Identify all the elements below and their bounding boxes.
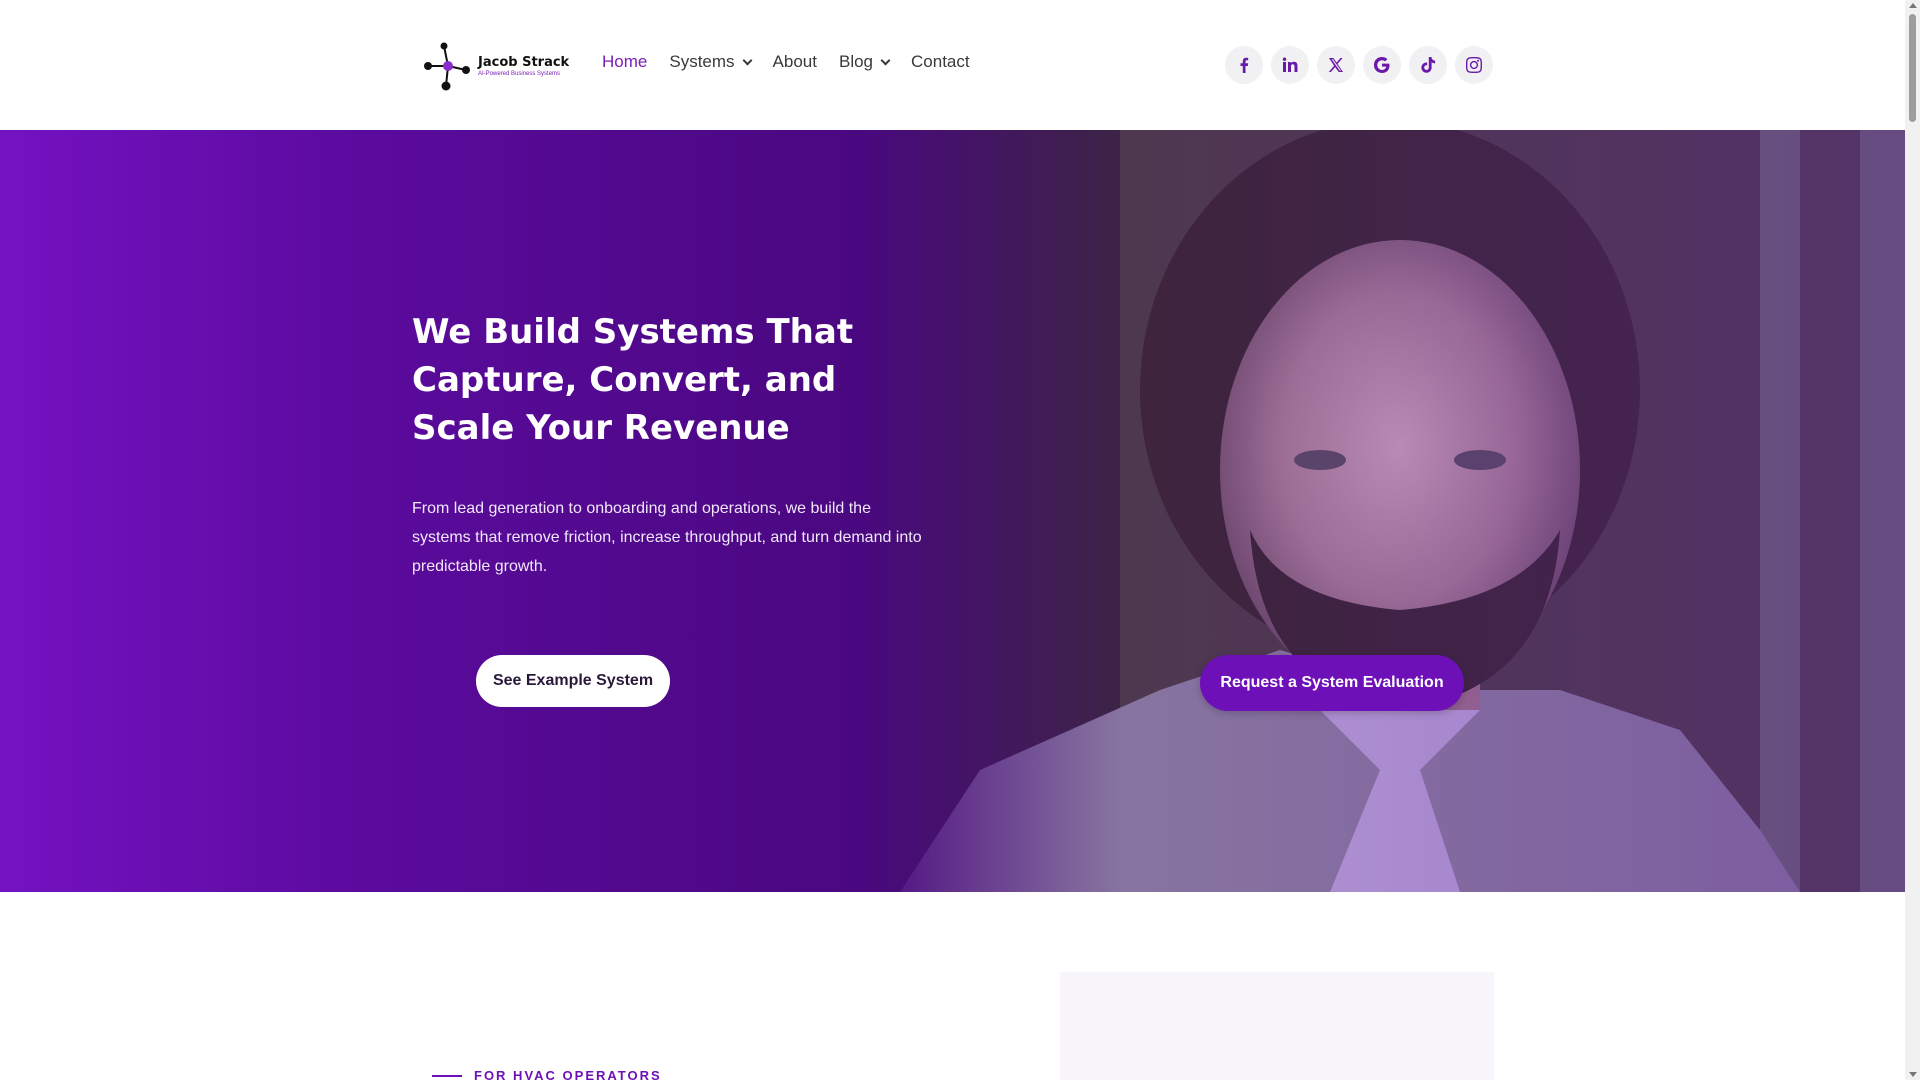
linkedin-link[interactable] <box>1271 46 1309 84</box>
facebook-link[interactable] <box>1225 46 1263 84</box>
request-evaluation-button[interactable]: Request a System Evaluation <box>1200 655 1464 711</box>
brand-tagline: AI-Powered Business Systems <box>478 71 561 77</box>
nav-item-contact[interactable]: Contact <box>911 52 970 72</box>
nav-item-blog[interactable]: Blog <box>838 52 891 72</box>
instagram-link[interactable] <box>1455 46 1493 84</box>
nav-item-label: Home <box>602 52 648 71</box>
hero-title: We Build Systems That Capture, Convert, … <box>412 312 854 448</box>
main-nav: Home Systems About Blog Contact <box>602 52 992 72</box>
site-header: Jacob Strack AI-Powered Business Systems… <box>0 0 1905 130</box>
hero-portrait-image <box>860 130 1905 892</box>
eyebrow-divider <box>432 1074 462 1077</box>
tiktok-link[interactable] <box>1409 46 1447 84</box>
scroll-down-arrow-icon[interactable] <box>1909 1072 1917 1077</box>
nav-item-label: Blog <box>838 52 874 71</box>
molecule-logo-icon <box>424 42 470 91</box>
social-links <box>1225 46 1493 84</box>
nav-item-label: Systems <box>669 52 735 71</box>
hero-section: We Build Systems That Capture, Convert, … <box>0 130 1905 892</box>
brand-name: Jacob Strack <box>478 55 570 70</box>
linkedin-icon <box>1282 57 1298 72</box>
scrollbar-thumb[interactable] <box>1909 14 1916 122</box>
see-example-system-button[interactable]: See Example System <box>476 655 670 707</box>
nav-item-about[interactable]: About <box>773 52 817 72</box>
brand-logo[interactable]: Jacob Strack AI-Powered Business Systems <box>420 38 570 94</box>
hero-subtitle: From lead generation to onboarding and o… <box>412 500 922 575</box>
instagram-icon <box>1466 57 1482 73</box>
nav-item-home[interactable]: Home <box>602 52 647 72</box>
x-icon <box>1328 58 1343 72</box>
facebook-icon <box>1240 57 1249 73</box>
chevron-down-icon <box>880 55 891 65</box>
page-scrollbar[interactable] <box>1905 0 1920 1080</box>
tiktok-icon <box>1421 57 1436 73</box>
eyebrow-label: FOR HVAC OPERATORS <box>474 1068 662 1080</box>
intro-section: FOR HVAC OPERATORS <box>0 892 1905 1080</box>
chevron-down-icon <box>742 55 752 65</box>
feature-card <box>1060 972 1494 1080</box>
google-link[interactable] <box>1363 46 1401 84</box>
nav-item-systems[interactable]: Systems <box>669 52 752 72</box>
x-link[interactable] <box>1317 46 1355 84</box>
section-eyebrow: FOR HVAC OPERATORS <box>432 1068 662 1080</box>
nav-item-label: Contact <box>911 52 970 71</box>
nav-item-label: About <box>772 52 817 71</box>
google-icon <box>1374 57 1390 73</box>
scroll-up-arrow-icon[interactable] <box>1909 3 1917 8</box>
